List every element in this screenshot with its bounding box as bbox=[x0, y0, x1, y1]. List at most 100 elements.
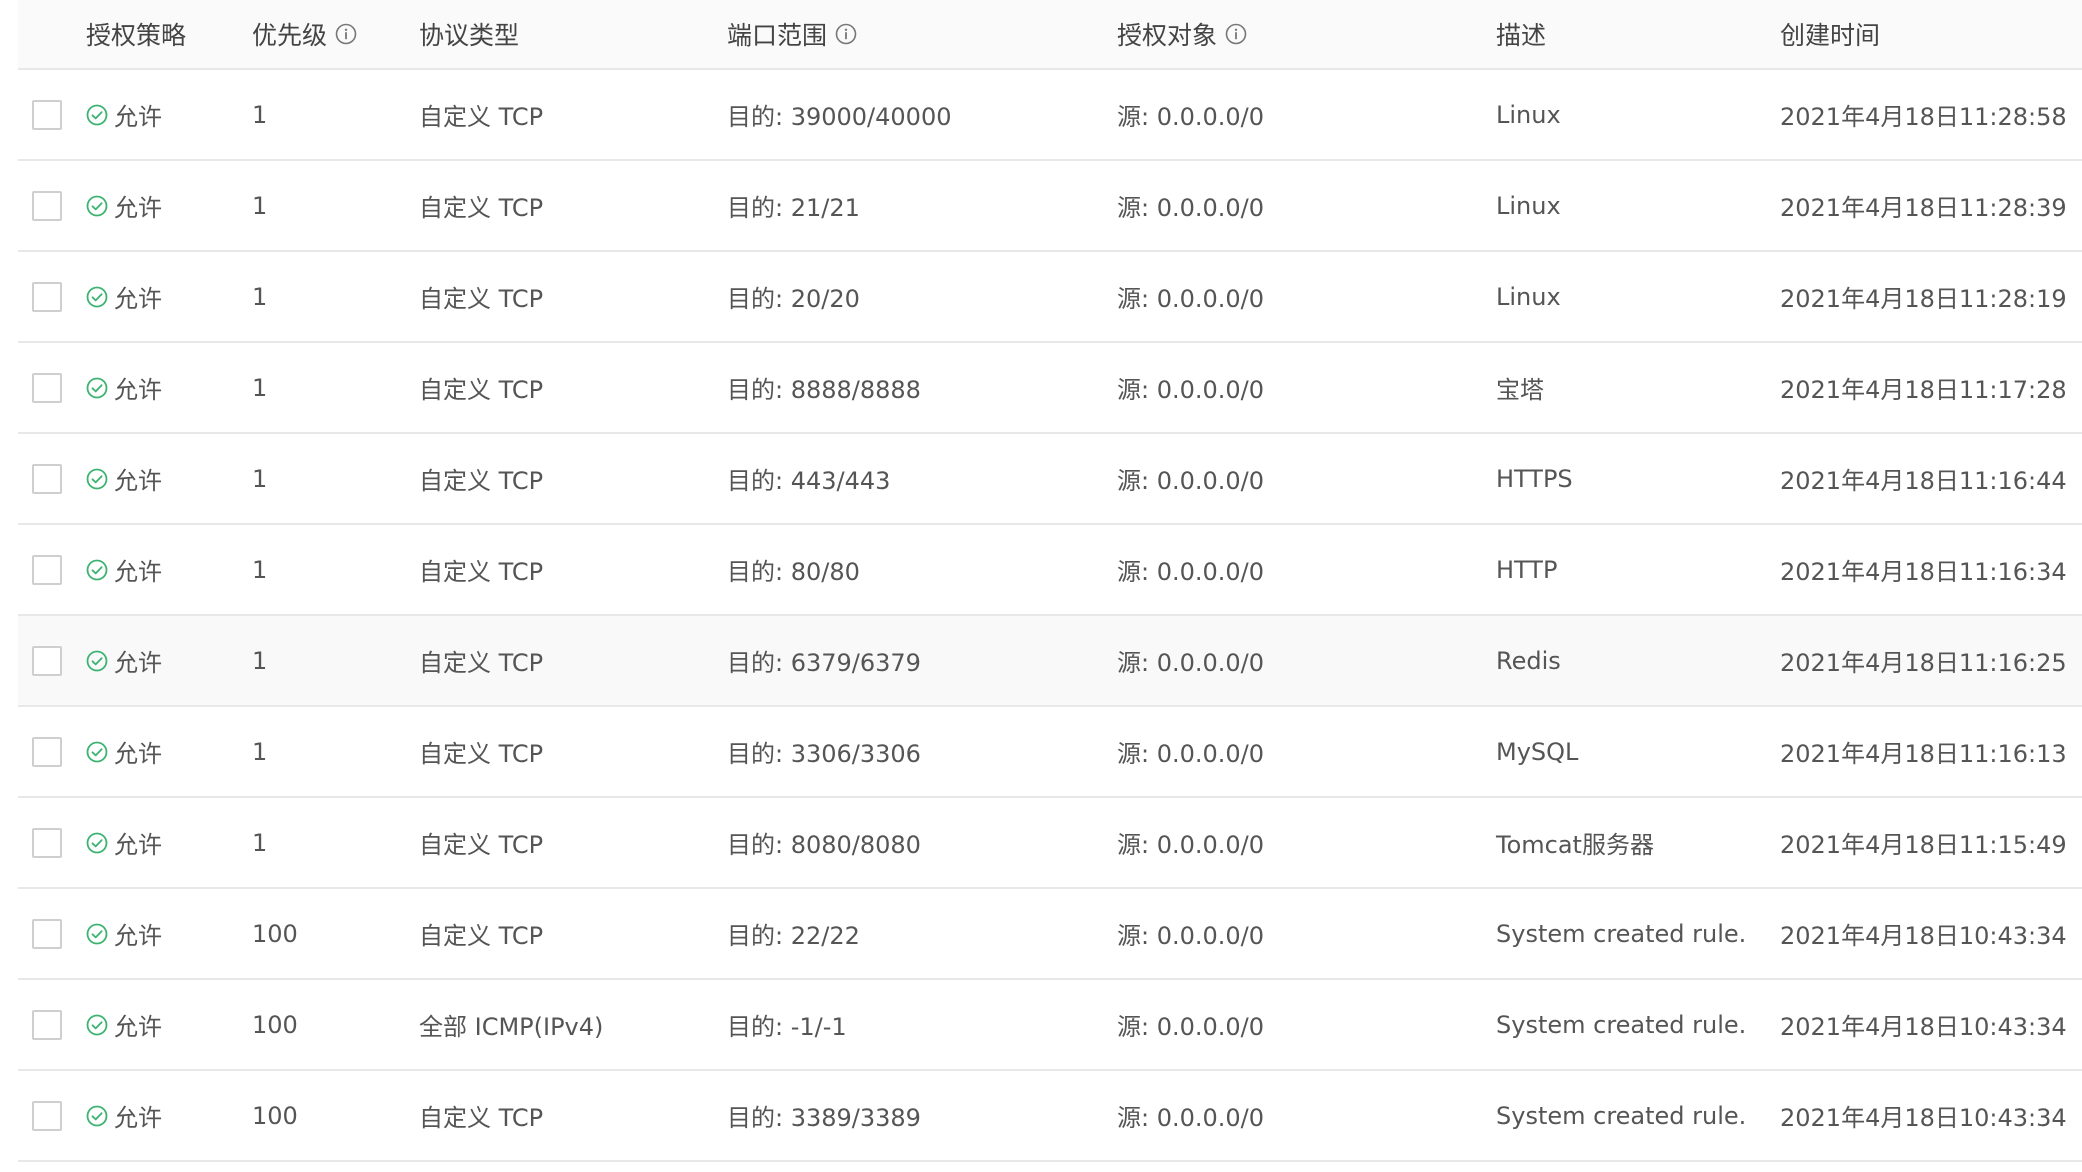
row-checkbox[interactable] bbox=[32, 99, 62, 130]
priority-value: 1 bbox=[252, 373, 268, 402]
row-checkbox-cell bbox=[32, 798, 62, 887]
description-value: MySQL bbox=[1496, 737, 1579, 766]
header-description[interactable]: 描述 bbox=[1496, 0, 1546, 68]
policy-label: 允许 bbox=[114, 467, 162, 495]
auth-object-value: 源: 0.0.0.0/0 bbox=[1117, 831, 1265, 859]
priority-value: 100 bbox=[252, 1010, 298, 1039]
table-row: 允许 1 自定义 TCP 目的: 21/21 源: 0.0.0.0/0 Linu… bbox=[18, 161, 2082, 252]
row-checkbox[interactable] bbox=[32, 281, 62, 312]
priority-value: 100 bbox=[252, 1101, 298, 1130]
row-checkbox-cell bbox=[32, 616, 62, 705]
header-auth-object-label: 授权对象 bbox=[1117, 21, 1218, 50]
created-time-value: 2021年4月18日11:16:34 bbox=[1780, 558, 2067, 586]
policy-label: 允许 bbox=[114, 558, 162, 586]
row-checkbox[interactable] bbox=[32, 645, 62, 676]
auth-object-value: 源: 0.0.0.0/0 bbox=[1117, 103, 1265, 131]
header-auth-object[interactable]: 授权对象 bbox=[1117, 0, 1247, 68]
row-checkbox-cell bbox=[32, 252, 62, 341]
table-row: 允许 1 自定义 TCP 目的: 20/20 源: 0.0.0.0/0 Linu… bbox=[18, 252, 2082, 343]
row-checkbox-cell bbox=[32, 343, 62, 432]
row-checkbox[interactable] bbox=[32, 1100, 62, 1131]
row-checkbox[interactable] bbox=[32, 554, 62, 585]
port-range-value: 目的: 8080/8080 bbox=[727, 831, 921, 859]
created-time-value: 2021年4月18日11:15:49 bbox=[1780, 831, 2067, 859]
header-policy[interactable]: 授权策略 bbox=[86, 0, 186, 68]
protocol-value: 全部 ICMP(IPv4) bbox=[419, 1013, 604, 1041]
row-checkbox-cell bbox=[32, 1071, 62, 1160]
table-header: 授权策略 优先级 协议类型 端口范围 授权对象 描述 创建时间 bbox=[18, 0, 2082, 70]
check-circle-icon bbox=[86, 286, 108, 307]
auth-object-value: 源: 0.0.0.0/0 bbox=[1117, 467, 1265, 495]
row-checkbox-cell bbox=[32, 889, 62, 978]
policy-label: 允许 bbox=[114, 1013, 162, 1041]
policy-cell: 允许 bbox=[86, 707, 162, 796]
policy-cell: 允许 bbox=[86, 70, 162, 159]
priority-value: 1 bbox=[252, 100, 268, 129]
table-row: 允许 1 自定义 TCP 目的: 39000/40000 源: 0.0.0.0/… bbox=[18, 70, 2082, 161]
row-checkbox[interactable] bbox=[32, 190, 62, 221]
info-icon[interactable] bbox=[1225, 23, 1247, 45]
row-checkbox[interactable] bbox=[32, 1009, 62, 1040]
protocol-value: 自定义 TCP bbox=[419, 103, 544, 131]
description-value: Linux bbox=[1496, 282, 1561, 311]
auth-object-value: 源: 0.0.0.0/0 bbox=[1117, 649, 1265, 677]
created-time-value: 2021年4月18日11:16:44 bbox=[1780, 467, 2067, 495]
auth-object-value: 源: 0.0.0.0/0 bbox=[1117, 558, 1265, 586]
table-row: 允许 1 自定义 TCP 目的: 8080/8080 源: 0.0.0.0/0 … bbox=[18, 798, 2082, 889]
port-range-value: 目的: 6379/6379 bbox=[727, 649, 921, 677]
policy-label: 允许 bbox=[114, 285, 162, 313]
description-value: Redis bbox=[1496, 646, 1561, 675]
auth-object-value: 源: 0.0.0.0/0 bbox=[1117, 194, 1265, 222]
header-port-range[interactable]: 端口范围 bbox=[727, 0, 857, 68]
row-checkbox[interactable] bbox=[32, 918, 62, 949]
priority-value: 100 bbox=[252, 919, 298, 948]
description-value: 宝塔 bbox=[1496, 376, 1544, 404]
header-priority-label: 优先级 bbox=[252, 21, 328, 50]
protocol-value: 自定义 TCP bbox=[419, 376, 544, 404]
priority-value: 1 bbox=[252, 191, 268, 220]
row-checkbox-cell bbox=[32, 161, 62, 250]
description-value: Linux bbox=[1496, 191, 1561, 220]
created-time-value: 2021年4月18日11:28:39 bbox=[1780, 194, 2067, 222]
auth-object-value: 源: 0.0.0.0/0 bbox=[1117, 376, 1265, 404]
description-value: HTTP bbox=[1496, 555, 1558, 584]
check-circle-icon bbox=[86, 832, 108, 853]
protocol-value: 自定义 TCP bbox=[419, 1104, 544, 1132]
security-rules-table: 授权策略 优先级 协议类型 端口范围 授权对象 描述 创建时间 允许 1 自定义… bbox=[18, 0, 2082, 1162]
check-circle-icon bbox=[86, 1105, 108, 1126]
row-checkbox-cell bbox=[32, 70, 62, 159]
auth-object-value: 源: 0.0.0.0/0 bbox=[1117, 1013, 1265, 1041]
port-range-value: 目的: 22/22 bbox=[727, 922, 860, 950]
check-circle-icon bbox=[86, 559, 108, 580]
check-circle-icon bbox=[86, 923, 108, 944]
port-range-value: 目的: 80/80 bbox=[727, 558, 860, 586]
header-protocol[interactable]: 协议类型 bbox=[419, 0, 519, 68]
created-time-value: 2021年4月18日11:28:19 bbox=[1780, 285, 2067, 313]
check-circle-icon bbox=[86, 1014, 108, 1035]
protocol-value: 自定义 TCP bbox=[419, 558, 544, 586]
policy-cell: 允许 bbox=[86, 343, 162, 432]
policy-cell: 允许 bbox=[86, 616, 162, 705]
priority-value: 1 bbox=[252, 828, 268, 857]
header-created-time[interactable]: 创建时间 bbox=[1780, 0, 1880, 68]
row-checkbox[interactable] bbox=[32, 736, 62, 767]
priority-value: 1 bbox=[252, 646, 268, 675]
table-row: 允许 100 自定义 TCP 目的: 3389/3389 源: 0.0.0.0/… bbox=[18, 1071, 2082, 1162]
auth-object-value: 源: 0.0.0.0/0 bbox=[1117, 1104, 1265, 1132]
row-checkbox-cell bbox=[32, 434, 62, 523]
protocol-value: 自定义 TCP bbox=[419, 467, 544, 495]
description-value: Linux bbox=[1496, 100, 1561, 129]
info-icon[interactable] bbox=[335, 23, 357, 45]
policy-label: 允许 bbox=[114, 649, 162, 677]
table-row: 允许 1 自定义 TCP 目的: 3306/3306 源: 0.0.0.0/0 … bbox=[18, 707, 2082, 798]
row-checkbox[interactable] bbox=[32, 372, 62, 403]
row-checkbox[interactable] bbox=[32, 827, 62, 858]
header-priority[interactable]: 优先级 bbox=[252, 0, 357, 68]
table-body: 允许 1 自定义 TCP 目的: 39000/40000 源: 0.0.0.0/… bbox=[18, 70, 2082, 1162]
info-icon[interactable] bbox=[835, 23, 857, 45]
port-range-value: 目的: 8888/8888 bbox=[727, 376, 921, 404]
policy-cell: 允许 bbox=[86, 889, 162, 978]
table-row: 允许 1 自定义 TCP 目的: 80/80 源: 0.0.0.0/0 HTTP… bbox=[18, 525, 2082, 616]
row-checkbox[interactable] bbox=[32, 463, 62, 494]
protocol-value: 自定义 TCP bbox=[419, 922, 544, 950]
